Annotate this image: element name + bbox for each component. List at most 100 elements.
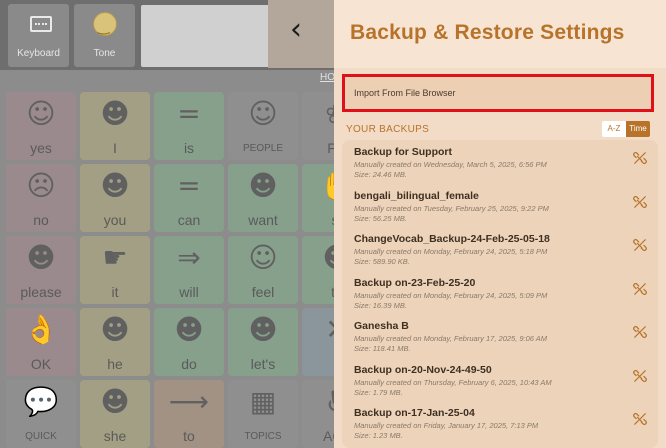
sort-time-button[interactable]: Time	[626, 121, 650, 137]
unlink-icon[interactable]	[633, 195, 647, 209]
topics-grid-icon: ▦	[249, 385, 277, 418]
vocab-cell[interactable]: ♿ ACT	[302, 380, 334, 448]
import-from-file-browser-button[interactable]: Import From File Browser	[342, 74, 654, 112]
vocab-cell[interactable]: = is	[154, 92, 224, 160]
backup-size: Size: 118.41 MB.	[354, 344, 411, 353]
vocab-word: want	[248, 212, 278, 228]
backup-created-date: Manually created on Wednesday, March 5, …	[354, 160, 547, 169]
unlink-icon[interactable]	[633, 412, 647, 426]
vocab-cell[interactable]: ☻ she	[80, 380, 150, 448]
vocab-cell[interactable]: ☻ th	[302, 236, 334, 304]
person-reaching-icon: ☻	[248, 169, 278, 202]
vocab-cell[interactable]: ☹ no	[6, 164, 76, 232]
backup-item[interactable]: Backup on-20-Nov-24-49-50 Manually create…	[342, 358, 658, 401]
vocab-cell[interactable]: ☻ do	[154, 308, 224, 376]
backup-size: Size: 1.79 MB.	[354, 387, 403, 397]
vocab-cell[interactable]: ☻ you	[80, 164, 150, 232]
vocab-word: OK	[30, 356, 52, 372]
backup-created-date: Manually created on Monday, February 24,…	[354, 247, 548, 256]
person-doing-icon: ☻	[174, 313, 204, 346]
vocab-cell[interactable]: ☻ please	[6, 236, 76, 304]
vocab-word: no	[33, 212, 49, 228]
vocab-word: you	[103, 212, 127, 228]
backup-size: Size: 16.39 MB.	[354, 300, 407, 310]
backup-size: Size: 24.46 MB.	[354, 170, 407, 179]
vocab-cell[interactable]: ⟶ to	[154, 380, 224, 448]
keyboard-button[interactable]: Keyboard	[8, 4, 69, 67]
sad-face-icon: ☹	[26, 169, 56, 202]
vocab-cell[interactable]: ☺ feel	[228, 236, 298, 304]
unlink-icon[interactable]	[633, 369, 647, 383]
vocab-cell[interactable]: ☛ it	[80, 236, 150, 304]
vocab-word: please	[20, 284, 62, 300]
vocab-word: ACT	[323, 428, 334, 444]
food-icon: ❀	[325, 100, 334, 128]
vocab-cell[interactable]: ✕n	[302, 308, 334, 376]
unlink-icon[interactable]	[633, 325, 647, 339]
vocab-cell[interactable]: 👌 OK	[6, 308, 76, 376]
backup-item[interactable]: bengali_bilingual_female Manually created…	[342, 184, 658, 227]
backup-item[interactable]: Backup on-17-Jan-25-04 Manually created o…	[342, 401, 658, 444]
equals-icon: =	[177, 97, 201, 130]
vocab-cell[interactable]: ⇒ will	[154, 236, 224, 304]
vocab-cell[interactable]: 💬 QUICK	[6, 380, 76, 448]
panel-title: Backup & Restore Settings	[350, 21, 625, 44]
vocab-word: he	[107, 356, 123, 372]
sort-az-button[interactable]: A-Z	[602, 121, 626, 137]
tone-smiley-icon	[93, 12, 117, 36]
vocab-cell[interactable]: ✋ st	[302, 164, 334, 232]
backup-item[interactable]: ChangeVocab_Backup-24-Feb-25-05-18 Manual…	[342, 227, 658, 270]
backup-size: Size: 1.23 MB.	[354, 431, 403, 440]
two-people-icon: ☻	[248, 313, 278, 346]
vocab-cell[interactable]: ☻ I	[80, 92, 150, 160]
girl-face-icon: ☻	[100, 385, 130, 418]
tone-button[interactable]: Tone	[74, 4, 135, 67]
back-button[interactable]: ‹	[268, 0, 334, 68]
vocab-word: n	[302, 356, 334, 372]
unlink-icon[interactable]	[633, 282, 647, 296]
backup-restore-panel: Backup & Restore Settings Import From Fi…	[334, 0, 666, 448]
vocab-word: can	[177, 212, 201, 228]
vocab-cell[interactable]: ☺ PEOPLE	[228, 92, 298, 160]
backup-item[interactable]: Backup for Support Manually created on We…	[342, 140, 658, 183]
backup-name: Backup on-20-Nov-24-49-50	[354, 363, 492, 376]
backup-size: Size: 589.90 KB.	[354, 257, 410, 266]
vocab-word: to	[183, 428, 195, 444]
smiley-face-icon: ☺	[26, 97, 56, 130]
arrow-right-icon: ⟶	[168, 385, 210, 418]
backup-item[interactable]: Ganesha B Manually created on Monday, Feb…	[342, 314, 658, 357]
speech-bubble-icon: 💬	[23, 385, 59, 418]
think-icon: ☻	[322, 244, 334, 272]
vocab-cell[interactable]: ☺ yes	[6, 92, 76, 160]
person-please-icon: ☻	[26, 241, 56, 274]
vocab-word: PEOPLE	[242, 143, 284, 154]
vocab-cell[interactable]: ☻ let's	[228, 308, 298, 376]
vocab-cell[interactable]: ❀ FO	[302, 92, 334, 160]
vocab-word: it	[111, 284, 119, 300]
chevron-left-icon: ‹	[290, 12, 302, 47]
message-box[interactable]	[141, 5, 270, 67]
board-toolbar: Keyboard Tone ‹	[0, 0, 334, 70]
equals-icon: =	[177, 169, 201, 202]
vocab-cell[interactable]: ▦ TOPICS	[228, 380, 298, 448]
backup-list: Backup for Support Manually created on We…	[342, 140, 658, 448]
hand-pointing-icon: ☛	[102, 241, 128, 274]
backup-created-date: Manually created on Monday, February 24,…	[354, 290, 548, 300]
vocab-cell[interactable]: ☻ he	[80, 308, 150, 376]
vocab-word: feel	[251, 284, 275, 300]
keyboard-icon	[30, 16, 52, 32]
vocab-cell[interactable]: = can	[154, 164, 224, 232]
vocab-cell[interactable]: ☻ want	[228, 164, 298, 232]
activity-icon: ♿	[324, 388, 334, 416]
unlink-icon[interactable]	[633, 151, 647, 165]
faces-feelings-icon: ☺	[248, 241, 278, 274]
stop-icon: ✋	[320, 172, 334, 200]
home-link[interactable]: HO	[320, 72, 334, 83]
backup-name: ChangeVocab_Backup-24-Feb-25-05-18	[354, 233, 550, 245]
unlink-icon[interactable]	[633, 238, 647, 252]
tone-label: Tone	[93, 48, 116, 59]
vocab-word: let's	[250, 356, 276, 372]
panel-header: Backup & Restore Settings	[334, 0, 666, 68]
backup-item[interactable]: Backup on-23-Feb-25-20 Manually created o…	[342, 271, 658, 314]
backup-name: Ganesha B	[354, 320, 409, 332]
